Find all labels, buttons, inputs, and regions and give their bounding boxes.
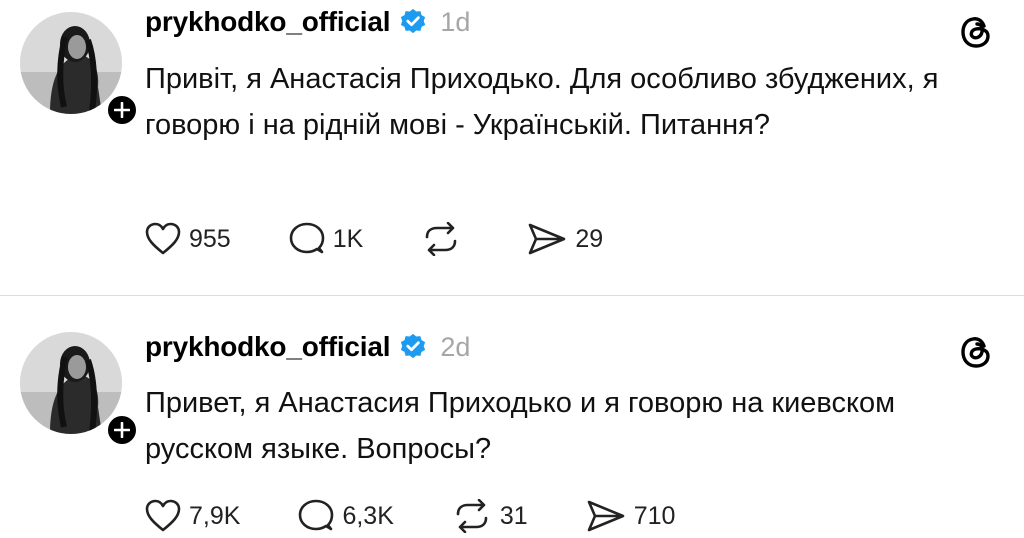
repost-button[interactable] — [421, 222, 469, 256]
reply-count: 1K — [332, 224, 364, 253]
plus-icon — [114, 422, 130, 438]
post-divider — [0, 295, 1024, 296]
avatar-container[interactable] — [20, 332, 140, 448]
reply-button[interactable]: 1K — [289, 222, 364, 256]
share-button[interactable]: 29 — [527, 222, 603, 256]
like-button[interactable]: 955 — [145, 222, 231, 256]
verified-badge-icon — [401, 8, 426, 34]
post-header: prykhodko_official 1d — [145, 2, 470, 42]
plus-icon — [114, 102, 130, 118]
thread-post: prykhodko_official 1d Привіт, я Анастасі… — [0, 0, 1024, 296]
reply-count: 6,3K — [342, 501, 394, 530]
share-count: 710 — [633, 501, 676, 530]
post-header: prykhodko_official 2d — [145, 327, 470, 367]
comment-icon — [289, 222, 325, 254]
repost-button[interactable]: 31 — [452, 499, 528, 533]
send-icon — [529, 223, 566, 255]
post-text: Привет, я Анастасия Приходько и я говорю… — [145, 387, 896, 465]
post-actions: 7,9K 6,3K 31 710 — [145, 496, 733, 536]
repost-icon — [426, 222, 457, 256]
heart-icon — [145, 222, 181, 255]
verified-badge-icon — [401, 333, 426, 359]
post-text: Привіт, я Анастасія Приходько. Для особл… — [145, 63, 939, 141]
repost-count: 31 — [499, 501, 528, 530]
follow-button[interactable] — [104, 412, 140, 448]
username[interactable]: prykhodko_official — [145, 6, 391, 38]
post-time[interactable]: 2d — [440, 332, 470, 363]
like-button[interactable]: 7,9K — [145, 499, 240, 533]
avatar-container[interactable] — [20, 12, 140, 128]
username[interactable]: prykhodko_official — [145, 331, 391, 363]
share-count: 29 — [575, 224, 604, 253]
post-actions: 955 1K 29 — [145, 219, 661, 259]
post-time[interactable]: 1d — [440, 7, 470, 38]
repost-icon — [456, 499, 488, 533]
share-button[interactable]: 710 — [586, 499, 676, 533]
comment-icon — [299, 499, 334, 531]
thread-post: prykhodko_official 2d Привет, я Анастаси… — [0, 297, 1024, 538]
follow-button[interactable] — [104, 92, 140, 128]
heart-icon — [145, 499, 181, 532]
like-count: 955 — [189, 224, 231, 253]
reply-button[interactable]: 6,3K — [298, 499, 394, 533]
like-count: 7,9K — [189, 501, 241, 530]
threads-logo-icon[interactable] — [958, 334, 994, 370]
threads-logo-icon[interactable] — [958, 14, 994, 50]
send-icon — [587, 500, 624, 532]
